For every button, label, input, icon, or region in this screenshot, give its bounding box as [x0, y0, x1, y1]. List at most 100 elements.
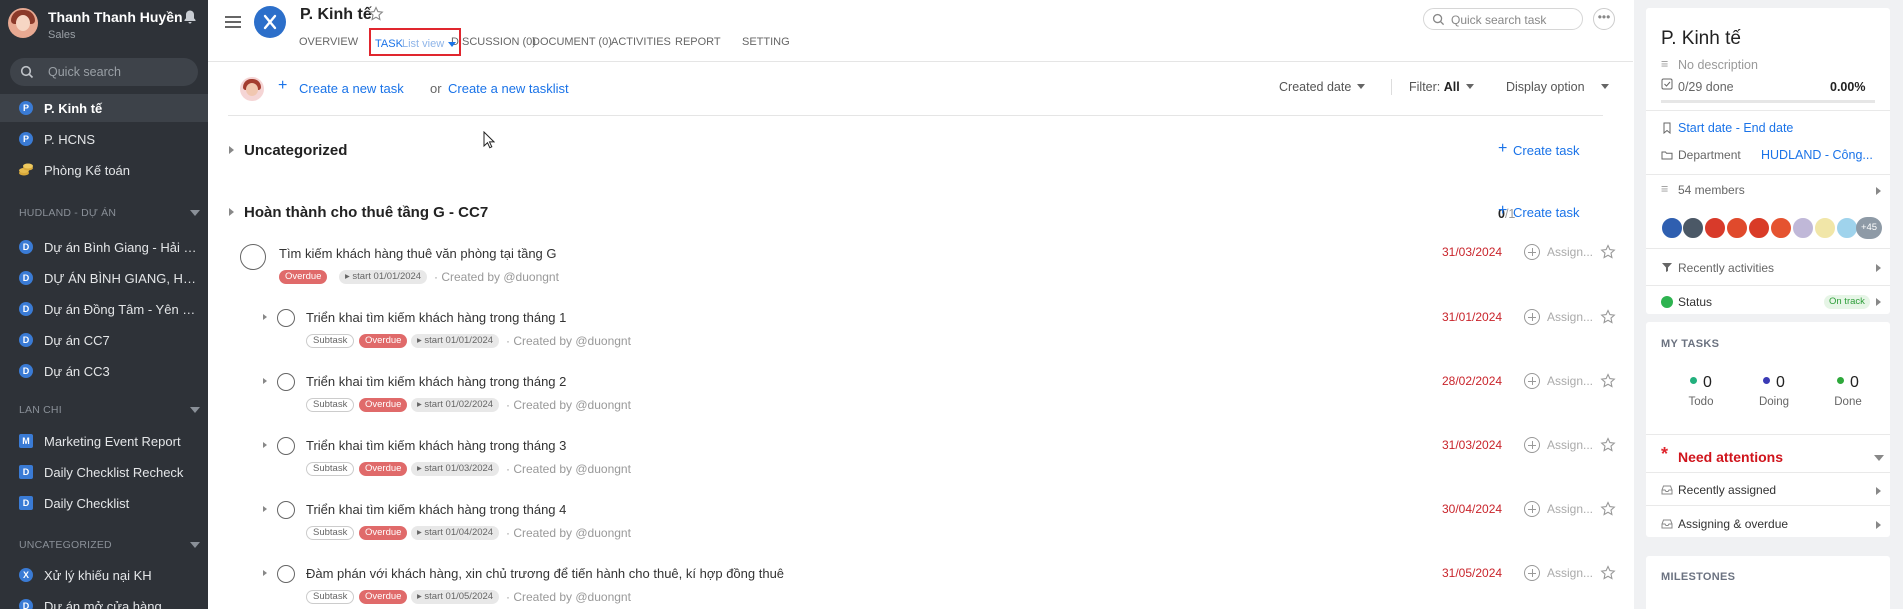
create-task-button[interactable]: Create task [1513, 143, 1579, 158]
create-task-link[interactable]: Create a new task [299, 81, 404, 96]
task-title[interactable]: Triển khai tìm kiếm khách hàng trong thá… [306, 310, 566, 325]
star-icon[interactable] [1600, 309, 1616, 325]
chevron-right-icon[interactable] [1876, 264, 1881, 272]
tab-discussion[interactable]: DISCUSSION (0) [451, 36, 536, 48]
sidebar-item-cc3[interactable]: D Dự án CC3 [0, 357, 208, 385]
create-task-button[interactable]: Create task [1513, 205, 1579, 220]
chevron-right-icon[interactable] [1876, 521, 1881, 529]
sidebar-item-marketing-event[interactable]: M Marketing Event Report [0, 427, 208, 455]
sidebar-item-p-hcns[interactable]: P P. HCNS [0, 125, 208, 153]
due-date[interactable]: 31/05/2024 [1442, 566, 1502, 580]
star-icon[interactable] [1600, 373, 1616, 389]
add-assignee-icon[interactable] [1524, 309, 1540, 325]
avatar[interactable] [1704, 217, 1726, 239]
avatar[interactable] [1748, 217, 1770, 239]
sidebar-item-p-kinh-te[interactable]: P P. Kinh tế [0, 94, 208, 122]
project-description[interactable]: No description [1678, 58, 1758, 72]
plus-icon[interactable]: + [1498, 140, 1507, 158]
filter-dropdown[interactable]: Filter: All [1409, 80, 1474, 94]
view-mode-label[interactable]: List view [402, 38, 444, 50]
task-title[interactable]: Tìm kiếm khách hàng thuê văn phòng tại t… [279, 246, 557, 261]
plus-icon[interactable]: + [278, 77, 287, 95]
chevron-down-icon[interactable] [1874, 455, 1884, 461]
need-attentions-heading[interactable]: Need attentions [1678, 449, 1783, 465]
chevron-down-icon[interactable] [190, 210, 200, 216]
sidebar-item-mo-cua-hang[interactable]: D Dự án mở cửa hàng [0, 592, 208, 609]
start-date-link[interactable]: Start date [1678, 121, 1732, 135]
add-assignee-icon[interactable] [1524, 244, 1540, 260]
date-range[interactable]: Start date - End date [1678, 121, 1793, 135]
sidebar-item-binh-giang-2[interactable]: D DỰ ÁN BÌNH GIANG, HẢI ... [0, 264, 208, 292]
add-assignee-icon[interactable] [1524, 565, 1540, 581]
recently-activities-link[interactable]: Recently activities [1678, 261, 1774, 275]
members-count[interactable]: 54 members [1678, 183, 1745, 197]
add-assignee-icon[interactable] [1524, 501, 1540, 517]
chevron-right-icon[interactable] [1876, 487, 1881, 495]
assign-button[interactable]: Assign... [1547, 374, 1593, 388]
expand-arrow-icon[interactable] [263, 442, 267, 448]
task-complete-checkbox[interactable] [277, 501, 295, 519]
sidebar-item-dong-tam[interactable]: D Dự án Đồng Tâm - Yên Bái [0, 295, 208, 323]
expand-arrow-icon[interactable] [229, 208, 234, 216]
tab-document[interactable]: DOCUMENT (0) [532, 36, 612, 48]
chevron-down-icon[interactable] [190, 407, 200, 413]
avatar[interactable] [1814, 217, 1836, 239]
department-value[interactable]: HUDLAND - Công... [1761, 148, 1873, 162]
due-date[interactable]: 31/01/2024 [1442, 310, 1502, 324]
expand-arrow-icon[interactable] [263, 506, 267, 512]
sidebar-item-daily-checklist-recheck[interactable]: D Daily Checklist Recheck [0, 458, 208, 486]
avatar[interactable] [1770, 217, 1792, 239]
star-icon[interactable] [368, 6, 384, 22]
assign-button[interactable]: Assign... [1547, 438, 1593, 452]
sidebar-search-input[interactable]: Quick search [10, 58, 198, 86]
chevron-right-icon[interactable] [1876, 187, 1881, 195]
sidebar-item-daily-checklist[interactable]: D Daily Checklist [0, 489, 208, 517]
expand-arrow-icon[interactable] [229, 146, 234, 154]
create-tasklist-link[interactable]: Create a new tasklist [448, 81, 569, 96]
plus-icon[interactable]: + [1498, 202, 1507, 220]
star-icon[interactable] [1600, 437, 1616, 453]
task-complete-checkbox[interactable] [240, 244, 266, 270]
avatar[interactable] [1682, 217, 1704, 239]
recently-assigned-link[interactable]: Recently assigned [1678, 483, 1776, 497]
task-title[interactable]: Triển khai tìm kiếm khách hàng trong thá… [306, 374, 566, 389]
sidebar-item-phong-ke-toan[interactable]: Phòng Kế toán [0, 156, 208, 184]
tab-task-highlighted[interactable]: TASK List view [369, 28, 461, 56]
more-options-icon[interactable]: ••• [1593, 8, 1615, 30]
avatar[interactable] [1836, 217, 1858, 239]
menu-icon[interactable] [225, 16, 241, 28]
sidebar-item-binh-giang-1[interactable]: D Dự án Bình Giang - Hải D... [0, 233, 208, 261]
due-date[interactable]: 31/03/2024 [1442, 245, 1502, 259]
star-icon[interactable] [1600, 565, 1616, 581]
expand-arrow-icon[interactable] [263, 314, 267, 320]
task-title[interactable]: Triển khai tìm kiếm khách hàng trong thá… [306, 502, 566, 517]
status-badge[interactable]: On track [1824, 295, 1870, 309]
tab-task[interactable]: TASK [375, 38, 403, 50]
task-complete-checkbox[interactable] [277, 437, 295, 455]
due-date[interactable]: 30/04/2024 [1442, 502, 1502, 516]
assign-button[interactable]: Assign... [1547, 566, 1593, 580]
task-title[interactable]: Triển khai tìm kiếm khách hàng trong thá… [306, 438, 566, 453]
sidebar-item-xu-ly-khieu-nai[interactable]: X Xử lý khiếu nại KH [0, 561, 208, 589]
due-date[interactable]: 31/03/2024 [1442, 438, 1502, 452]
expand-arrow-icon[interactable] [263, 570, 267, 576]
done-counter[interactable]: 0 Done [1813, 374, 1883, 408]
task-complete-checkbox[interactable] [277, 565, 295, 583]
tab-overview[interactable]: OVERVIEW [299, 36, 358, 48]
display-option-dropdown[interactable]: Display option [1506, 80, 1609, 94]
group-title-cc7[interactable]: Hoàn thành cho thuê tầng G - CC7 [244, 204, 488, 221]
sidebar-item-cc7[interactable]: D Dự án CC7 [0, 326, 208, 354]
expand-arrow-icon[interactable] [263, 378, 267, 384]
task-complete-checkbox[interactable] [277, 309, 295, 327]
avatar[interactable] [1726, 217, 1748, 239]
add-assignee-icon[interactable] [1524, 373, 1540, 389]
chevron-down-icon[interactable] [190, 542, 200, 548]
avatar[interactable] [1792, 217, 1814, 239]
assigning-overdue-link[interactable]: Assigning & overdue [1678, 517, 1788, 531]
sort-dropdown[interactable]: Created date [1279, 80, 1366, 94]
add-assignee-icon[interactable] [1524, 437, 1540, 453]
avatar[interactable] [8, 8, 38, 38]
end-date-link[interactable]: End date [1743, 121, 1793, 135]
bell-icon[interactable] [182, 9, 198, 25]
tab-setting[interactable]: SETTING [742, 36, 790, 48]
